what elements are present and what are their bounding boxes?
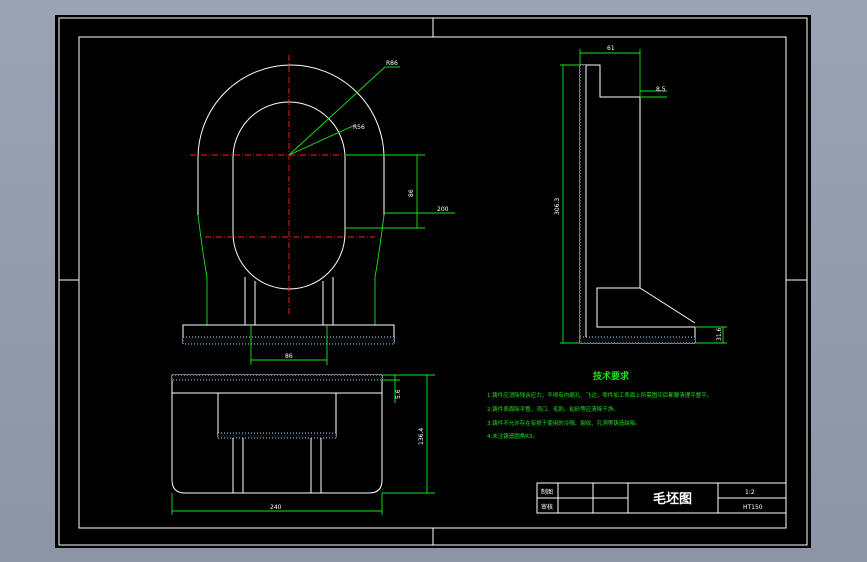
cad-drawing: R86 R56 86 200 86 136.4 5.6 240 61 8.5 3… (58, 17, 808, 546)
side-8-5-label: 8.5 (656, 86, 666, 93)
width-200-label: 200 (437, 206, 449, 213)
label-draw: 制图 (541, 488, 553, 496)
tech-line-4: 4.未注铸造圆角R3。 (487, 432, 538, 440)
drawing-name: 毛坯图 (653, 491, 692, 507)
height-136-label: 136.4 (418, 428, 425, 445)
label-check: 审核 (541, 503, 553, 511)
tech-title: 技术要求 (593, 370, 630, 382)
title-block: 制图 审核 毛坯图 1:2 HT150 (536, 482, 787, 514)
side-base-label: 31.6 (716, 327, 723, 341)
radius-r56-label: R56 (353, 124, 365, 131)
width-240-label: 240 (270, 504, 282, 511)
tech-line-2: 2.铸件表面除平整，浇口、毛刺、粘砂等应清除干净。 (487, 405, 619, 413)
top-view: R86 R56 86 200 86 (182, 55, 455, 365)
scale-label: 1:2 (745, 489, 755, 496)
front-view: 136.4 5.6 240 (171, 374, 435, 515)
radius-r86-label: R86 (386, 60, 398, 67)
side-61-label: 61 (607, 45, 615, 52)
small-5-6-label: 5.6 (395, 389, 402, 399)
width-86-label: 86 (285, 353, 293, 360)
material-label: HT150 (743, 504, 763, 511)
tech-line-3: 3.铸件不允许存在有损于使用的冷隔、裂纹、孔洞等铸造缺陷。 (487, 419, 641, 427)
side-height-label: 306.3 (554, 198, 561, 215)
side-view: 61 8.5 306.3 31.6 (554, 45, 727, 344)
tech-requirements: 技术要求 1.铸件应消除残余应力，不得有内缩孔、飞边，零件加工表面上所需图印后都… (487, 370, 712, 440)
outer-frame (58, 17, 808, 546)
inner-frame (78, 36, 787, 529)
drawing-sheet: R86 R56 86 200 86 136.4 5.6 240 61 8.5 3… (55, 15, 811, 548)
height-86-label: 86 (408, 189, 415, 197)
tech-line-1: 1.铸件应消除残余应力，不得有内缩孔、飞边，零件加工表面上所需图印后都要清理平整… (487, 391, 712, 399)
